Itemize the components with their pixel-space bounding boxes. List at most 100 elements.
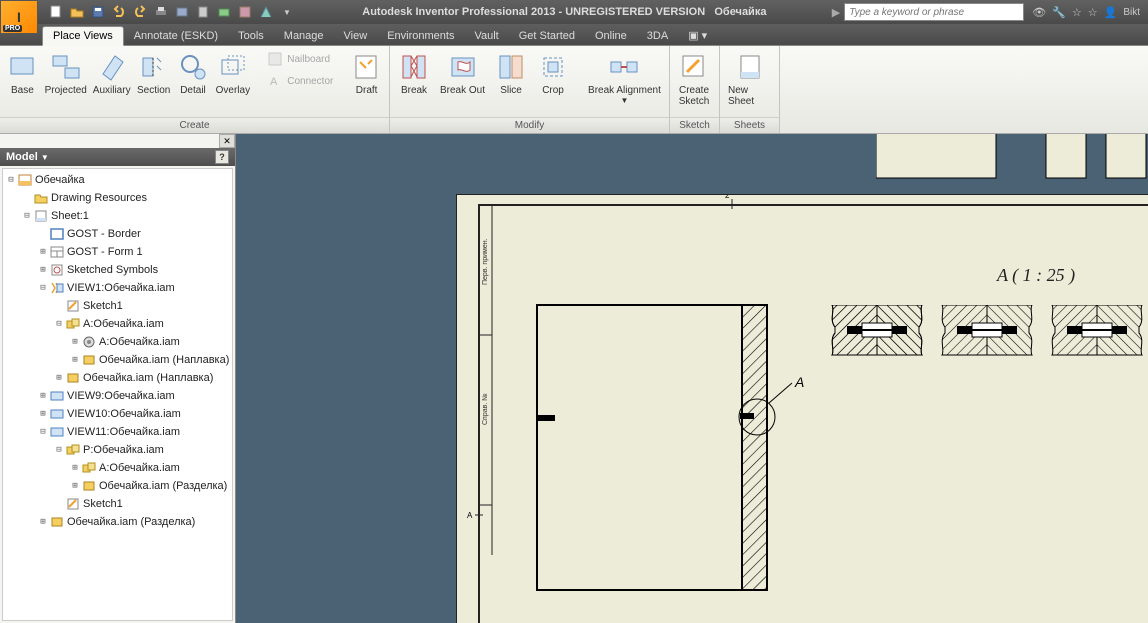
create-sketch-button[interactable]: Create Sketch (674, 49, 714, 109)
tree-twisty-icon[interactable]: ⊟ (37, 283, 49, 293)
help-search-input[interactable] (844, 3, 1024, 21)
auxiliary-view-button[interactable]: Auxiliary (91, 49, 133, 98)
tree-item[interactable]: ⊟ VIEW11:Обечайка.iam (5, 423, 232, 441)
overlay-view-button[interactable]: Overlay (213, 49, 252, 98)
binoculars-icon[interactable]: 👁 (1032, 6, 1046, 19)
tree-twisty-icon[interactable]: ⊞ (69, 481, 81, 491)
tree-part-icon (49, 515, 65, 529)
break-button[interactable]: Break (394, 49, 434, 98)
section-view-button[interactable]: Section (135, 49, 173, 98)
new-icon[interactable] (46, 3, 66, 21)
tree-item[interactable]: ⊞ Sketched Symbols (5, 261, 232, 279)
qat-dropdown-icon[interactable]: ▼ (277, 3, 297, 21)
tab-online[interactable]: Online (585, 27, 637, 45)
help-icon[interactable]: ? (215, 150, 229, 164)
app-menu-button[interactable]: IPRO (0, 0, 38, 34)
drawing-sheet: Перв. примен. Справ. № A (456, 194, 1148, 623)
tree-item[interactable]: ⊞Обечайка.iam (Разделка) (5, 477, 232, 495)
tree-item[interactable]: ⊟Обечайка (5, 171, 232, 189)
tree-item[interactable]: ⊞Обечайка.iam (Разделка) (5, 513, 232, 531)
tree-twisty-icon[interactable]: ⊞ (37, 409, 49, 419)
star-icon-2[interactable]: ☆ (1088, 6, 1098, 19)
tab-place-views[interactable]: Place Views (42, 26, 124, 46)
print-icon[interactable] (151, 3, 171, 21)
tree-item-label: P:Обечайка.iam (83, 444, 164, 456)
tree-item[interactable]: Sketch1 (5, 297, 232, 315)
redo-icon[interactable] (130, 3, 150, 21)
tree-twisty-icon[interactable]: ⊟ (53, 319, 65, 329)
undo-icon[interactable] (109, 3, 129, 21)
tab-tools[interactable]: Tools (228, 27, 274, 45)
tree-item[interactable]: ⊞A:Обечайка.iam (5, 333, 232, 351)
tree-item-label: Sheet:1 (51, 210, 89, 222)
tab-vault[interactable]: Vault (464, 27, 508, 45)
tree-item[interactable]: Drawing Resources (5, 189, 232, 207)
tree-part-icon (81, 353, 97, 367)
model-tree[interactable]: ⊟ОбечайкаDrawing Resources ⊟ Sheet:1 GOST -… (2, 168, 233, 621)
nailboard-button[interactable]: Nailboard (263, 49, 337, 69)
break-out-button[interactable]: Break Out (436, 49, 489, 98)
tree-item-label: A:Обечайка.iam (99, 462, 180, 474)
tree-twisty-icon[interactable]: ⊟ (53, 445, 65, 455)
drawing-canvas[interactable]: Перв. примен. Справ. № A (236, 134, 1148, 623)
qat-btn-7[interactable] (193, 3, 213, 21)
tree-item[interactable]: ⊞Обечайка.iam (Наплавка) (5, 351, 232, 369)
tree-item[interactable]: ⊟ Sheet:1 (5, 207, 232, 225)
crop-button[interactable]: Crop (533, 49, 573, 98)
new-sheet-button[interactable]: New Sheet (724, 49, 775, 109)
user-icon[interactable]: 👤 (1104, 6, 1118, 19)
qat-btn-9[interactable] (235, 3, 255, 21)
tree-asm-icon (65, 317, 81, 331)
ribbon-tabs: Place Views Annotate (ESKD) Tools Manage… (0, 24, 1148, 46)
tree-item[interactable]: ⊟ P:Обечайка.iam (5, 441, 232, 459)
tree-item[interactable]: ⊞ A:Обечайка.iam (5, 459, 232, 477)
tree-item-label: VIEW11:Обечайка.iam (67, 426, 180, 438)
tab-manage[interactable]: Manage (274, 27, 334, 45)
tree-item[interactable]: ⊟A:Обечайка.iam (5, 315, 232, 333)
qat-btn-8[interactable] (214, 3, 234, 21)
tab-extra-icon[interactable]: ▣ ▾ (678, 26, 717, 45)
panel-title-modify: Modify (390, 117, 669, 133)
connector-button[interactable]: AConnector (263, 71, 337, 91)
open-icon[interactable] (67, 3, 87, 21)
slice-button[interactable]: Slice (491, 49, 531, 98)
tab-get-started[interactable]: Get Started (509, 27, 585, 45)
section-callout-letter: A (794, 374, 804, 390)
tree-item[interactable]: ⊟ VIEW1:Обечайка.iam (5, 279, 232, 297)
tree-item[interactable]: ⊞VIEW9:Обечайка.iam (5, 387, 232, 405)
tree-twisty-icon[interactable]: ⊟ (37, 427, 49, 437)
tree-item[interactable]: ⊞GOST - Form 1 (5, 243, 232, 261)
draft-view-button[interactable]: Draft (348, 49, 385, 98)
tree-item-label: VIEW1:Обечайка.iam (67, 282, 175, 294)
tree-twisty-icon[interactable]: ⊞ (69, 355, 81, 365)
tree-twisty-icon[interactable]: ⊞ (37, 517, 49, 527)
model-browser-header[interactable]: Model ▼ ? (0, 148, 235, 166)
tree-twisty-icon[interactable]: ⊞ (37, 265, 49, 275)
tree-item-label: Sketched Symbols (67, 264, 158, 276)
qat-btn-10[interactable] (256, 3, 276, 21)
tree-item[interactable]: Sketch1 (5, 495, 232, 513)
tree-twisty-icon[interactable]: ⊟ (21, 211, 33, 221)
tab-annotate[interactable]: Annotate (ESKD) (124, 27, 228, 45)
break-alignment-button[interactable]: Break Alignment▼ (584, 49, 665, 107)
detail-view-button[interactable]: Detail (175, 49, 212, 98)
tree-twisty-icon[interactable]: ⊞ (69, 463, 81, 473)
tree-twisty-icon[interactable]: ⊟ (5, 175, 17, 185)
tree-item[interactable]: ⊞Обечайка.iam (Наплавка) (5, 369, 232, 387)
tab-3da[interactable]: 3DA (637, 27, 678, 45)
panel-close-icon[interactable]: ✕ (219, 134, 235, 148)
projected-view-button[interactable]: Projected (43, 49, 89, 98)
tab-environments[interactable]: Environments (377, 27, 464, 45)
tree-twisty-icon[interactable]: ⊞ (37, 391, 49, 401)
qat-btn-6[interactable] (172, 3, 192, 21)
tree-twisty-icon[interactable]: ⊞ (69, 337, 81, 347)
save-icon[interactable] (88, 3, 108, 21)
base-view-button[interactable]: Base (4, 49, 41, 98)
tab-view[interactable]: View (334, 27, 378, 45)
key-icon[interactable]: 🔧 (1052, 6, 1066, 19)
tree-item[interactable]: ⊞VIEW10:Обечайка.iam (5, 405, 232, 423)
tree-twisty-icon[interactable]: ⊞ (37, 247, 49, 257)
tree-twisty-icon[interactable]: ⊞ (53, 373, 65, 383)
tree-item[interactable]: GOST - Border (5, 225, 232, 243)
star-icon[interactable]: ☆ (1072, 6, 1082, 19)
